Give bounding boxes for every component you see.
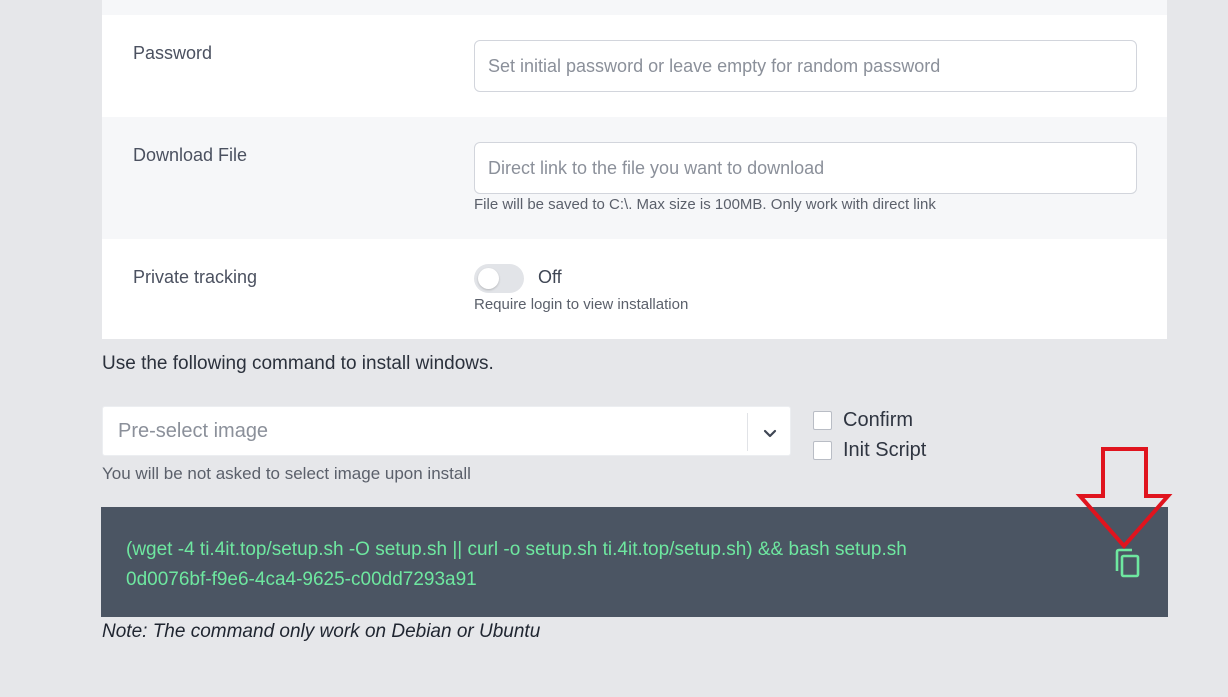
image-select-hint: You will be not asked to select image up…	[102, 464, 471, 483]
confirm-checkbox-option[interactable]: Confirm	[813, 409, 913, 432]
toggle-knob	[478, 268, 499, 289]
password-label: Password	[133, 43, 213, 63]
download-file-row: Download File File will be saved to C:\.…	[102, 117, 1167, 239]
card-top-strip	[102, 0, 1167, 15]
download-file-input[interactable]	[474, 142, 1137, 194]
copy-icon[interactable]	[1113, 547, 1143, 579]
private-tracking-label: Private tracking	[133, 267, 258, 287]
install-command[interactable]: (wget -4 ti.4it.top/setup.sh -O setup.sh…	[126, 535, 1086, 595]
init-script-label: Init Script	[843, 439, 927, 461]
private-tracking-row: Private tracking Off Require login to vi…	[102, 239, 1167, 339]
init-script-checkbox-option[interactable]: Init Script	[813, 439, 926, 462]
download-file-hint: File will be saved to C:\. Max size is 1…	[474, 196, 936, 213]
install-command-line-1: (wget -4 ti.4it.top/setup.sh -O setup.sh…	[126, 539, 907, 560]
chevron-down-icon[interactable]	[760, 423, 780, 443]
download-file-label: Download File	[133, 145, 248, 165]
image-select[interactable]: Pre-select image	[102, 406, 791, 456]
install-instruction: Use the following command to install win…	[102, 353, 494, 374]
toggle-state-label: Off	[538, 267, 562, 287]
password-row: Password	[102, 15, 1167, 117]
confirm-label: Confirm	[843, 409, 914, 431]
image-select-placeholder: Pre-select image	[118, 420, 269, 442]
command-panel: (wget -4 ti.4it.top/setup.sh -O setup.sh…	[101, 507, 1168, 617]
install-command-line-2: 0d0076bf-f9e6-4ca4-9625-c00dd7293a91	[126, 569, 477, 590]
compatibility-note: Note: The command only work on Debian or…	[102, 621, 541, 642]
private-tracking-toggle[interactable]	[474, 264, 524, 293]
init-script-checkbox[interactable]	[813, 441, 832, 460]
private-tracking-hint: Require login to view installation	[474, 296, 689, 313]
confirm-checkbox[interactable]	[813, 411, 832, 430]
settings-card: Password Download File File will be save…	[102, 0, 1167, 339]
select-separator	[747, 413, 748, 451]
password-input[interactable]	[474, 40, 1137, 92]
